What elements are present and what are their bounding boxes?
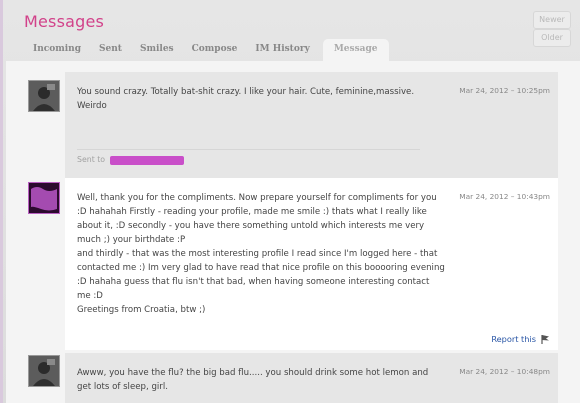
page-title: Messages bbox=[24, 12, 105, 31]
message-date: Mar 24, 2012 – 10:25pm bbox=[459, 86, 550, 95]
sent-to-label: Sent to bbox=[77, 155, 106, 164]
tab-compose[interactable]: Compose bbox=[183, 39, 247, 61]
flag-icon bbox=[541, 335, 549, 344]
message-date: Mar 24, 2012 – 10:43pm bbox=[459, 192, 550, 201]
avatar[interactable] bbox=[28, 355, 60, 387]
message-item: You sound crazy. Totally bat-shit crazy.… bbox=[65, 72, 558, 178]
newer-button[interactable]: Newer bbox=[533, 11, 571, 29]
report-link[interactable]: Report this bbox=[491, 334, 550, 344]
message-item: Well, thank you for the compliments. Now… bbox=[65, 178, 558, 350]
tab-message[interactable]: Message bbox=[322, 39, 389, 61]
older-button[interactable]: Older bbox=[533, 29, 571, 47]
avatar[interactable] bbox=[28, 182, 60, 214]
message-text: Well, thank you for the compliments. Now… bbox=[77, 193, 445, 315]
tab-bar: Incoming Sent Smiles Compose IM History … bbox=[24, 39, 389, 61]
report-label[interactable]: Report this bbox=[491, 334, 536, 344]
divider bbox=[77, 149, 420, 150]
message-text: Awww, you have the flu? the big bad flu.… bbox=[77, 368, 429, 392]
tab-incoming[interactable]: Incoming bbox=[24, 39, 90, 61]
redacted-recipient bbox=[109, 155, 184, 165]
tab-smiles[interactable]: Smiles bbox=[131, 39, 183, 61]
messages-window: Messages Newer Older Incoming Sent Smile… bbox=[0, 0, 580, 403]
tab-im-history[interactable]: IM History bbox=[246, 39, 318, 61]
message-text: You sound crazy. Totally bat-shit crazy.… bbox=[77, 87, 415, 111]
message-thread: You sound crazy. Totally bat-shit crazy.… bbox=[6, 61, 580, 403]
sent-to-line: Sent to bbox=[77, 155, 184, 165]
message-item: Awww, you have the flu? the big bad flu.… bbox=[65, 353, 558, 403]
tab-sent[interactable]: Sent bbox=[90, 39, 131, 61]
message-date: Mar 24, 2012 – 10:48pm bbox=[459, 367, 550, 376]
avatar[interactable] bbox=[28, 80, 60, 112]
